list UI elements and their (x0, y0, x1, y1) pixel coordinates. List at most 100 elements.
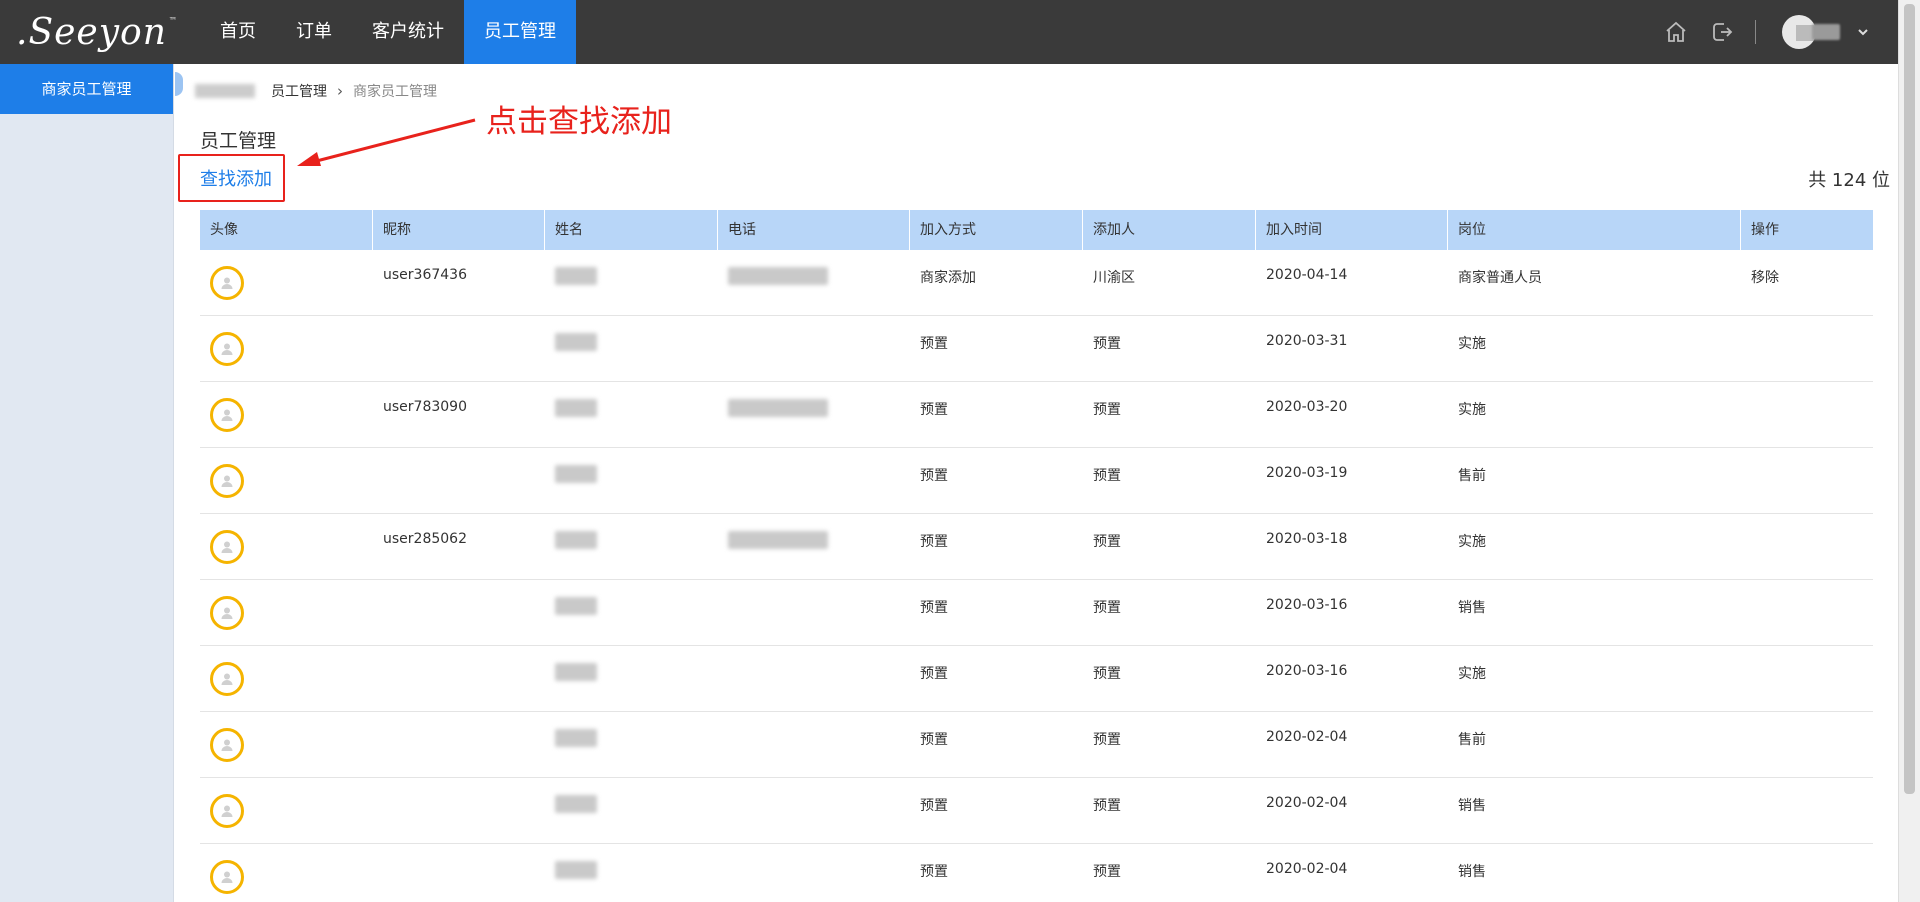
cell-name (545, 382, 718, 447)
main-content: 员工管理 › 商家员工管理 员工管理 查找添加 共 124 位 点击查找添加 头… (175, 64, 1898, 902)
nav-item-customer-stats[interactable]: 客户统计 (352, 0, 464, 64)
cell-position: 商家普通人员 (1458, 270, 1542, 286)
cell-join-time: 2020-02-04 (1266, 795, 1348, 811)
table-row: 预置 预置 2020-03-16 实施 (200, 646, 1873, 712)
user-icon (221, 475, 233, 487)
name-blurred (555, 531, 597, 549)
user-icon (221, 541, 233, 553)
sidebar: 商家员工管理 (0, 64, 174, 902)
column-header-avatar: 头像 (200, 210, 373, 250)
table-row: 预置 预置 2020-02-04 售前 (200, 712, 1873, 778)
column-header-phone: 电话 (718, 210, 910, 250)
nav-item-home[interactable]: 首页 (200, 0, 276, 64)
cell-nickname: user367436 (383, 267, 467, 283)
home-icon[interactable] (1663, 19, 1689, 45)
name-blurred (555, 729, 597, 747)
avatar (210, 596, 244, 630)
user-avatar[interactable] (1782, 15, 1816, 49)
avatar (210, 266, 244, 300)
main-nav: 首页 订单 客户统计 员工管理 (200, 0, 576, 64)
nav-item-employee-management[interactable]: 员工管理 (464, 0, 576, 64)
column-header-action: 操作 (1751, 222, 1779, 238)
phone-blurred (728, 531, 828, 549)
cell-join-time: 2020-03-16 (1266, 597, 1348, 613)
cell-phone (718, 778, 910, 843)
find-add-button[interactable]: 查找添加 (200, 165, 272, 191)
cell-phone (718, 712, 910, 777)
cell-nickname (373, 580, 545, 645)
breadcrumb: 员工管理 › 商家员工管理 (195, 80, 437, 102)
page-scrollbar[interactable] (1898, 0, 1920, 902)
column-header-added-by: 添加人 (1083, 210, 1256, 250)
user-icon (221, 343, 233, 355)
cell-phone (718, 844, 910, 902)
seeyon-logo[interactable]: .Seeyon ™ (16, 8, 178, 56)
cell-action (1741, 514, 1873, 579)
cell-added-by: 预置 (1093, 666, 1121, 682)
name-blurred (555, 861, 597, 879)
name-blurred (555, 465, 597, 483)
cell-join-method: 商家添加 (920, 270, 976, 286)
table-row: 预置 预置 2020-03-16 销售 (200, 580, 1873, 646)
avatar (210, 860, 244, 894)
cell-action (1741, 778, 1873, 843)
breadcrumb-item-employee-management[interactable]: 员工管理 (271, 81, 327, 101)
cell-name (545, 448, 718, 513)
column-header-name: 姓名 (545, 210, 718, 250)
cell-position: 实施 (1458, 534, 1486, 550)
cell-position: 销售 (1458, 798, 1486, 814)
column-header-join-time: 加入时间 (1256, 210, 1448, 250)
avatar (210, 794, 244, 828)
avatar (210, 332, 244, 366)
cell-added-by: 预置 (1093, 798, 1121, 814)
cell-join-method: 预置 (920, 666, 948, 682)
sidebar-item-merchant-employee-management[interactable]: 商家员工管理 (0, 64, 173, 114)
table-row: user367436 商家添加 川渝区 2020-04-14 商家普通人员 移除 (200, 250, 1873, 316)
cell-join-time: 2020-03-31 (1266, 333, 1348, 349)
cell-position: 实施 (1458, 666, 1486, 682)
cell-position: 销售 (1458, 600, 1486, 616)
cell-join-method: 预置 (920, 864, 948, 880)
cell-position: 实施 (1458, 336, 1486, 352)
cell-name (545, 250, 718, 315)
cell-action (1741, 646, 1873, 711)
cell-name (545, 580, 718, 645)
topbar-actions (1643, 0, 1876, 64)
scrollbar-thumb[interactable] (1904, 4, 1915, 794)
cell-added-by: 预置 (1093, 468, 1121, 484)
cell-added-by: 预置 (1093, 732, 1121, 748)
total-count: 共 124 位 (1808, 170, 1890, 191)
column-header-join-method: 加入方式 (910, 210, 1083, 250)
table-body: user367436 商家添加 川渝区 2020-04-14 商家普通人员 移除… (200, 250, 1873, 902)
cell-position: 销售 (1458, 864, 1486, 880)
employee-table: 头像 昵称 姓名 电话 加入方式 添加人 加入时间 岗位 操作 user3674… (200, 210, 1873, 902)
cell-phone (718, 316, 910, 381)
cell-nickname (373, 778, 545, 843)
cell-phone (718, 580, 910, 645)
cell-name (545, 646, 718, 711)
breadcrumb-root-blurred[interactable] (195, 84, 255, 98)
cell-nickname (373, 316, 545, 381)
cell-action (1741, 580, 1873, 645)
nav-item-orders[interactable]: 订单 (276, 0, 352, 64)
chevron-down-icon[interactable] (1850, 19, 1876, 45)
cell-name (545, 778, 718, 843)
sidebar-collapse-handle[interactable] (175, 72, 183, 96)
cell-nickname (373, 646, 545, 711)
cell-action: 移除 (1741, 250, 1873, 315)
cell-phone (718, 448, 910, 513)
avatar (210, 530, 244, 564)
cell-added-by: 预置 (1093, 600, 1121, 616)
user-icon (221, 805, 233, 817)
logo-tm: ™ (168, 16, 178, 25)
cell-join-time: 2020-03-19 (1266, 465, 1348, 481)
cell-nickname: user783090 (383, 399, 467, 415)
cell-position: 实施 (1458, 402, 1486, 418)
page-title: 员工管理 (200, 130, 277, 152)
cell-nickname (373, 844, 545, 902)
remove-link[interactable]: 移除 (1751, 270, 1779, 286)
cell-position: 售前 (1458, 732, 1486, 748)
logout-icon[interactable] (1709, 19, 1735, 45)
user-icon (221, 673, 233, 685)
cell-join-method: 预置 (920, 336, 948, 352)
